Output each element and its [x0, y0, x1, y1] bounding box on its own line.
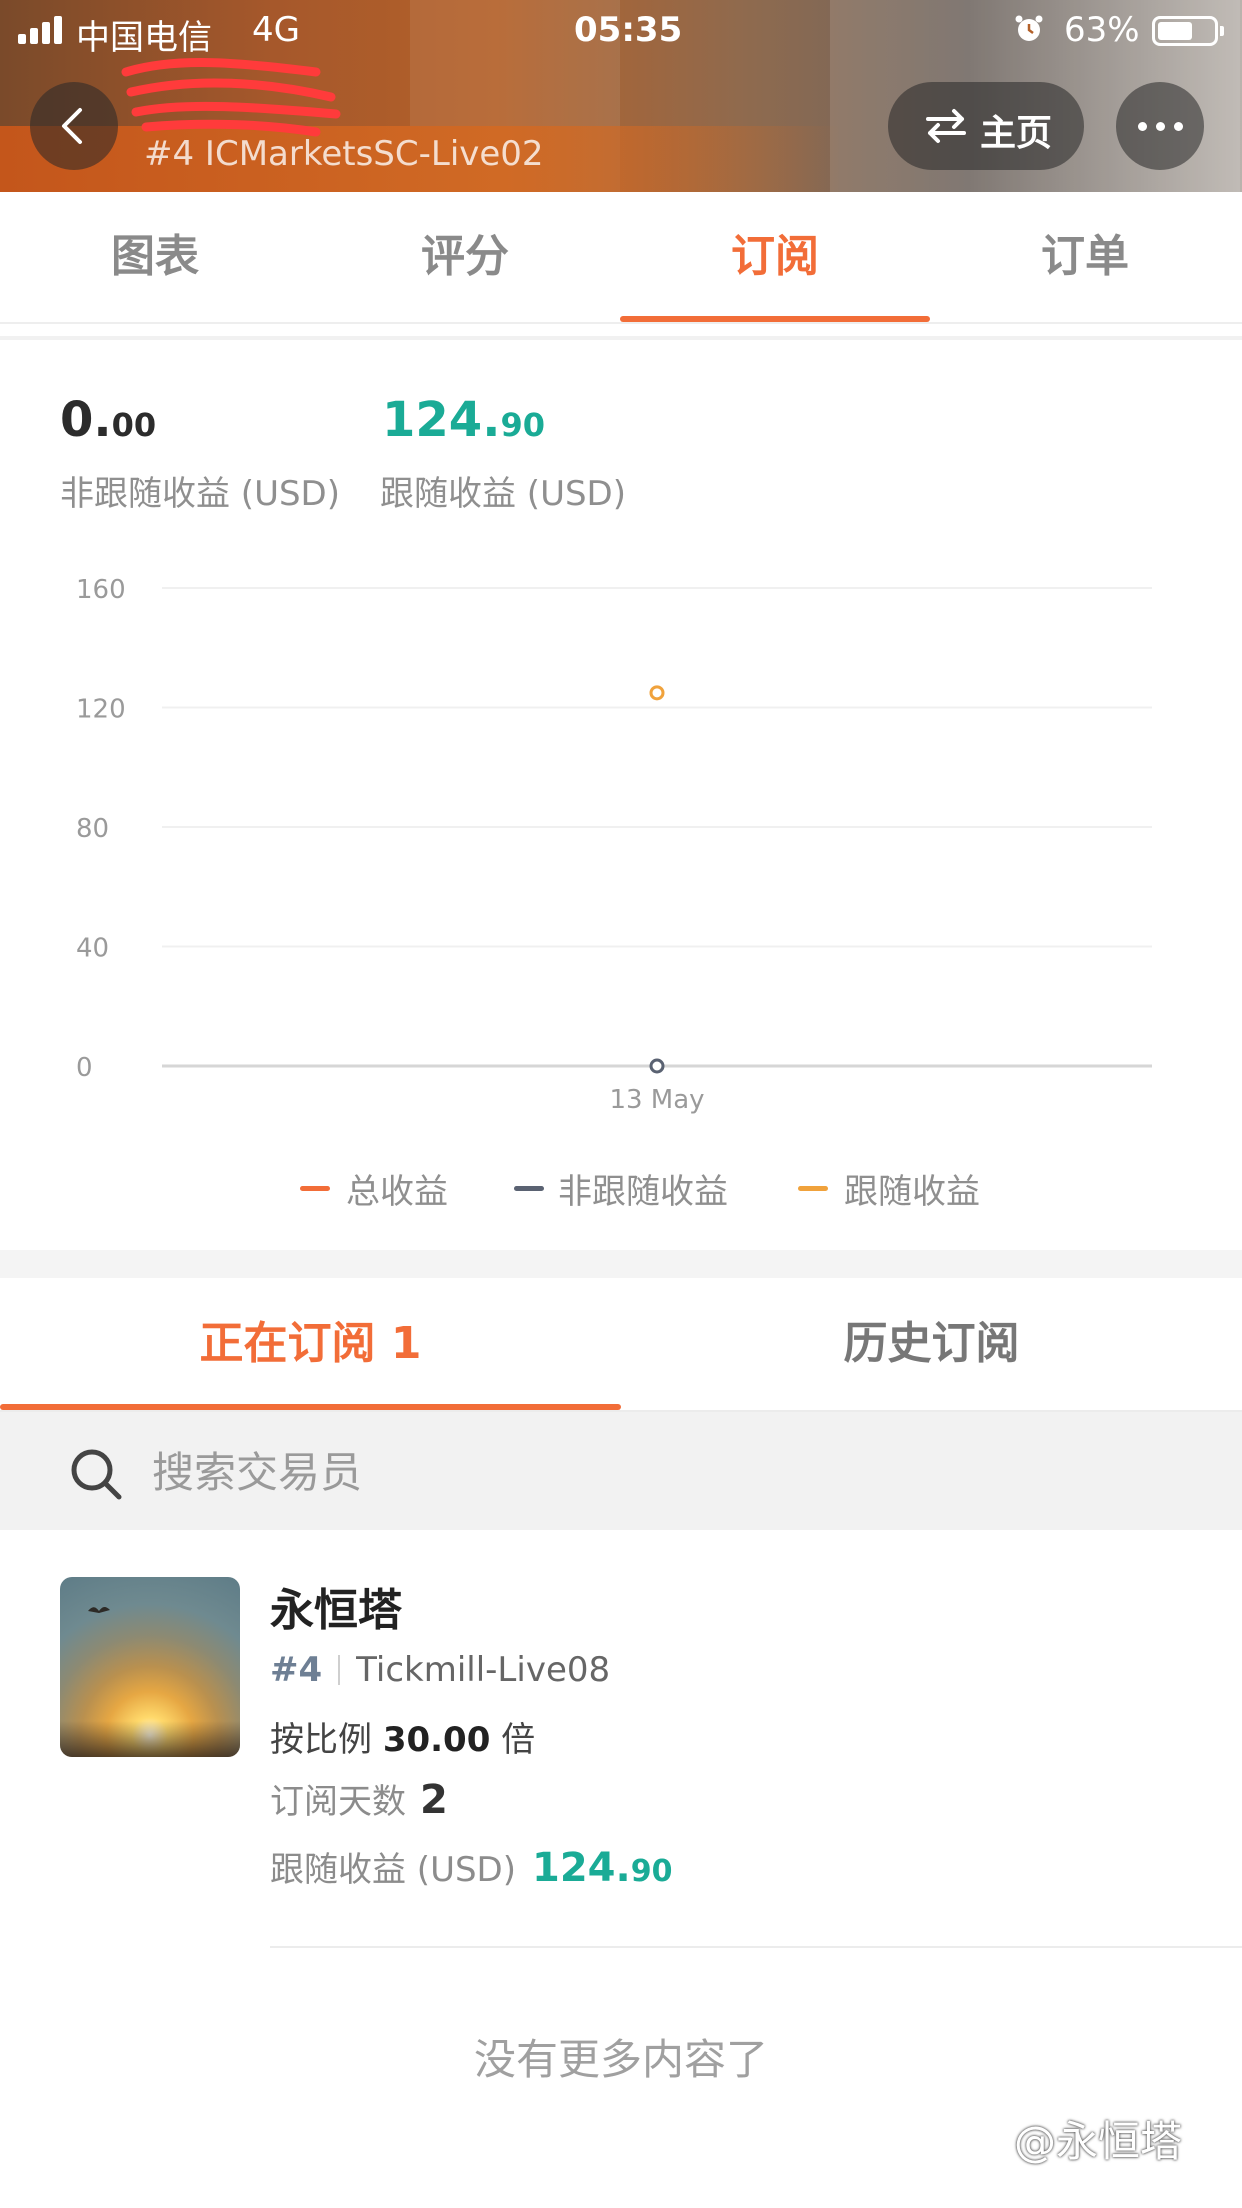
y-tick-label: 80 [76, 814, 109, 844]
follow-profit-int: 124. [382, 392, 501, 448]
tab-orders[interactable]: 订单 [930, 192, 1240, 322]
tab-chart[interactable]: 图表 [0, 192, 310, 322]
follow-profit-dec: 90 [500, 406, 545, 444]
sub-tab-active-indicator [0, 1404, 621, 1410]
days-value: 2 [420, 1777, 448, 1823]
non-follow-profit-label: 非跟随收益 (USD) [60, 474, 340, 514]
legend-swatch [300, 1186, 330, 1191]
tab-active-indicator [620, 316, 930, 322]
network-label: 4G [252, 10, 300, 50]
tab-rating[interactable]: 评分 [310, 192, 620, 322]
legend-label: 跟随收益 [844, 1172, 980, 1212]
ratio-prefix: 按比例 [270, 1720, 372, 1760]
copy-ratio-row: 按比例 30.00 倍 [270, 1712, 535, 1761]
legend-swatch [514, 1186, 544, 1191]
divider [270, 1946, 1242, 1948]
section-gap [0, 1250, 1242, 1278]
legend-label: 非跟随收益 [558, 1172, 728, 1212]
account-subtitle: #4 ICMarketsSC-Live02 [144, 134, 544, 174]
profit-value: 124.90 [532, 1845, 673, 1891]
trader-rank-row: #4 Tickmill-Live08 [270, 1650, 610, 1690]
tab-subscription[interactable]: 订阅 [620, 192, 930, 322]
trader-rank: #4 [270, 1650, 323, 1690]
subscription-days-row: 订阅天数 2 [270, 1774, 448, 1823]
y-tick-label: 40 [76, 934, 109, 964]
tab-history-subscriptions[interactable]: 历史订阅 [621, 1278, 1242, 1410]
status-bar: 中国电信 4G 05:35 63% [0, 0, 1242, 60]
profit-label: 跟随收益 (USD) [270, 1850, 516, 1890]
clock: 05:35 [574, 10, 683, 50]
alarm-icon [1015, 15, 1043, 41]
follow-profit-label: 跟随收益 (USD) [380, 474, 626, 514]
x-tick-label: 13 May [609, 1085, 704, 1115]
redaction-scribble [121, 58, 341, 137]
non-follow-profit-value: 0.00 [60, 392, 156, 448]
header: 中国电信 4G 05:35 63% #4 ICMarketsSC-Live02 … [0, 0, 1242, 192]
profit-int: 124. [532, 1845, 631, 1891]
avatar-ground [60, 1721, 240, 1757]
chevron-left-icon [62, 108, 82, 144]
more-button[interactable] [1116, 82, 1204, 170]
divider [0, 336, 1242, 340]
search-input[interactable] [150, 1434, 1154, 1510]
legend-label: 总收益 [346, 1172, 448, 1212]
profit-dec: 90 [630, 1854, 673, 1889]
follow-profit-value: 124.90 [382, 392, 545, 448]
profit-chart: 160 120 80 40 0 13 May [76, 575, 1152, 1115]
subscription-list-item[interactable]: 永恒塔 #4 Tickmill-Live08 按比例 30.00 倍 订阅天数 2 … [0, 1540, 1242, 1950]
tab-current-subscriptions[interactable]: 正在订阅 1 [0, 1278, 621, 1410]
signal-icon [18, 16, 66, 44]
battery-percent: 63% [1064, 10, 1140, 50]
non-follow-profit-int: 0. [60, 392, 112, 448]
days-label: 订阅天数 [270, 1782, 406, 1822]
avatar [60, 1577, 240, 1757]
subscription-tab-bar: 正在订阅 1 历史订阅 [0, 1278, 1242, 1412]
home-button-label: 主页 [980, 113, 1053, 154]
trader-broker: Tickmill-Live08 [356, 1650, 611, 1690]
swap-icon [926, 109, 966, 143]
search-bar [0, 1412, 1242, 1530]
back-button[interactable] [30, 82, 118, 170]
data-point-follow[interactable] [649, 685, 665, 701]
bird-silhouette [88, 1607, 110, 1613]
legend-swatch [798, 1186, 828, 1191]
search-icon [71, 1449, 122, 1500]
y-tick-label: 120 [76, 695, 126, 725]
non-follow-profit-dec: 00 [111, 406, 157, 444]
watermark: @永恒塔 [1014, 2117, 1183, 2166]
separator [338, 1655, 341, 1685]
trader-name: 永恒塔 [270, 1585, 402, 1636]
data-point-non-follow[interactable] [649, 1058, 665, 1074]
battery-icon [1152, 16, 1224, 46]
ratio-value: 30.00 [382, 1720, 491, 1760]
y-tick-label: 0 [76, 1053, 93, 1083]
y-tick-label: 160 [76, 575, 126, 605]
home-button[interactable]: 主页 [888, 82, 1084, 170]
ratio-suffix: 倍 [501, 1720, 536, 1760]
no-more-content: 没有更多内容了 [473, 2035, 768, 2084]
top-tab-bar: 图表 评分 订阅 订单 [0, 192, 1242, 324]
follow-profit-row: 跟随收益 (USD) 124.90 [270, 1842, 672, 1891]
